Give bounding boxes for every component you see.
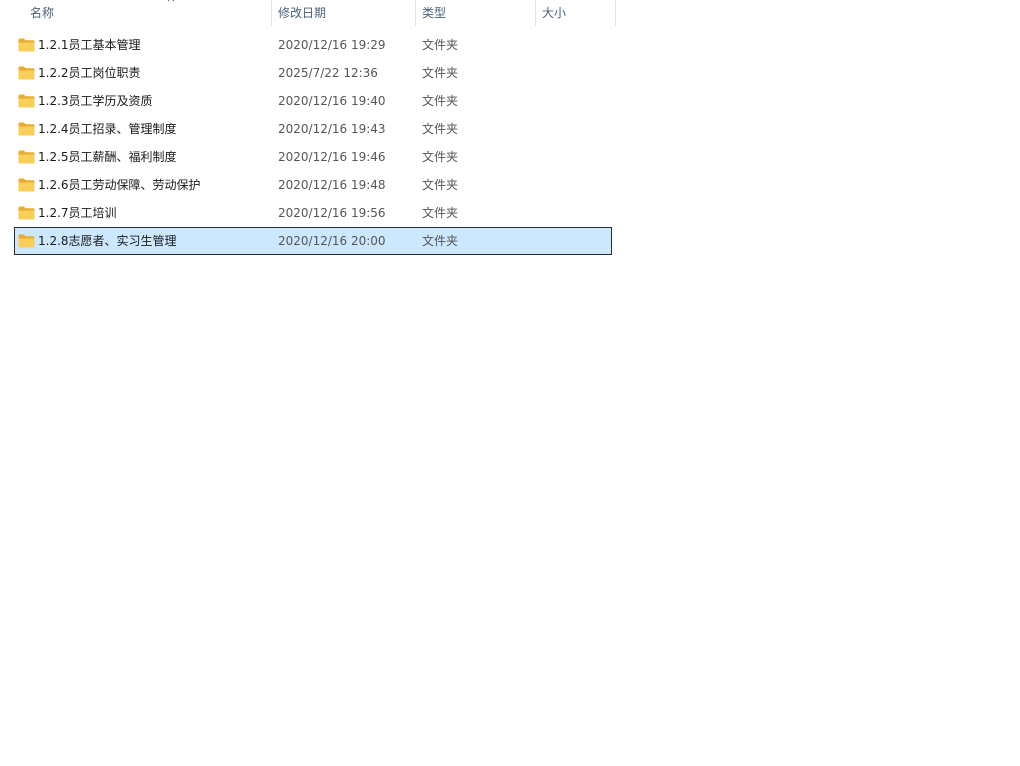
file-list: 1.2.1员工基本管理 2020/12/16 19:29 文件夹 1.2.2员工… [14, 31, 612, 255]
folder-icon [18, 38, 35, 52]
column-header-date[interactable]: 修改日期 [272, 0, 416, 26]
file-row[interactable]: 1.2.4员工招录、管理制度 2020/12/16 19:43 文件夹 [14, 115, 612, 143]
folder-icon [18, 178, 35, 192]
file-name: 1.2.6员工劳动保障、劳动保护 [38, 178, 201, 192]
column-header-name-label: 名称 [30, 6, 55, 20]
column-header-size-label: 大小 [542, 6, 567, 20]
sort-up-arrow-icon [167, 0, 175, 2]
file-name: 1.2.2员工岗位职责 [38, 66, 141, 80]
file-row[interactable]: 1.2.8志愿者、实习生管理 2020/12/16 20:00 文件夹 [14, 227, 612, 255]
file-name: 1.2.5员工薪酬、福利制度 [38, 150, 177, 164]
folder-icon [18, 206, 35, 220]
column-header-size[interactable]: 大小 [536, 0, 616, 26]
column-header-type-label: 类型 [422, 6, 447, 20]
file-name: 1.2.4员工招录、管理制度 [38, 122, 177, 136]
file-explorer-details-view: 名称 修改日期 类型 大小 1.2.1员工基本管理 2020/12/16 19:… [0, 0, 1020, 766]
file-modified-date: 2020/12/16 19:40 [278, 94, 386, 108]
folder-icon [18, 94, 35, 108]
file-row[interactable]: 1.2.2员工岗位职责 2025/7/22 12:36 文件夹 [14, 59, 612, 87]
file-name: 1.2.3员工学历及资质 [38, 94, 153, 108]
file-row[interactable]: 1.2.5员工薪酬、福利制度 2020/12/16 19:46 文件夹 [14, 143, 612, 171]
file-row[interactable]: 1.2.7员工培训 2020/12/16 19:56 文件夹 [14, 199, 612, 227]
file-modified-date: 2020/12/16 19:43 [278, 122, 386, 136]
folder-icon [18, 122, 35, 136]
file-row[interactable]: 1.2.6员工劳动保障、劳动保护 2020/12/16 19:48 文件夹 [14, 171, 612, 199]
file-row[interactable]: 1.2.1员工基本管理 2020/12/16 19:29 文件夹 [14, 31, 612, 59]
file-modified-date: 2020/12/16 19:48 [278, 178, 386, 192]
folder-icon [18, 150, 35, 164]
file-modified-date: 2020/12/16 19:46 [278, 150, 386, 164]
file-type: 文件夹 [422, 66, 459, 80]
file-type: 文件夹 [422, 234, 459, 248]
file-name: 1.2.8志愿者、实习生管理 [38, 234, 177, 248]
folder-icon [18, 66, 35, 80]
column-header-date-label: 修改日期 [278, 6, 327, 20]
file-type: 文件夹 [422, 178, 459, 192]
file-modified-date: 2025/7/22 12:36 [278, 66, 378, 80]
column-header-name[interactable]: 名称 [24, 0, 272, 26]
file-type: 文件夹 [422, 206, 459, 220]
file-modified-date: 2020/12/16 20:00 [278, 234, 386, 248]
file-modified-date: 2020/12/16 19:56 [278, 206, 386, 220]
file-type: 文件夹 [422, 94, 459, 108]
column-header-bar: 名称 修改日期 类型 大小 [0, 0, 616, 26]
file-type: 文件夹 [422, 38, 459, 52]
file-name: 1.2.7员工培训 [38, 206, 117, 220]
folder-icon [18, 234, 35, 248]
file-type: 文件夹 [422, 122, 459, 136]
column-header-type[interactable]: 类型 [416, 0, 536, 26]
file-name: 1.2.1员工基本管理 [38, 38, 141, 52]
file-modified-date: 2020/12/16 19:29 [278, 38, 386, 52]
file-row[interactable]: 1.2.3员工学历及资质 2020/12/16 19:40 文件夹 [14, 87, 612, 115]
file-type: 文件夹 [422, 150, 459, 164]
